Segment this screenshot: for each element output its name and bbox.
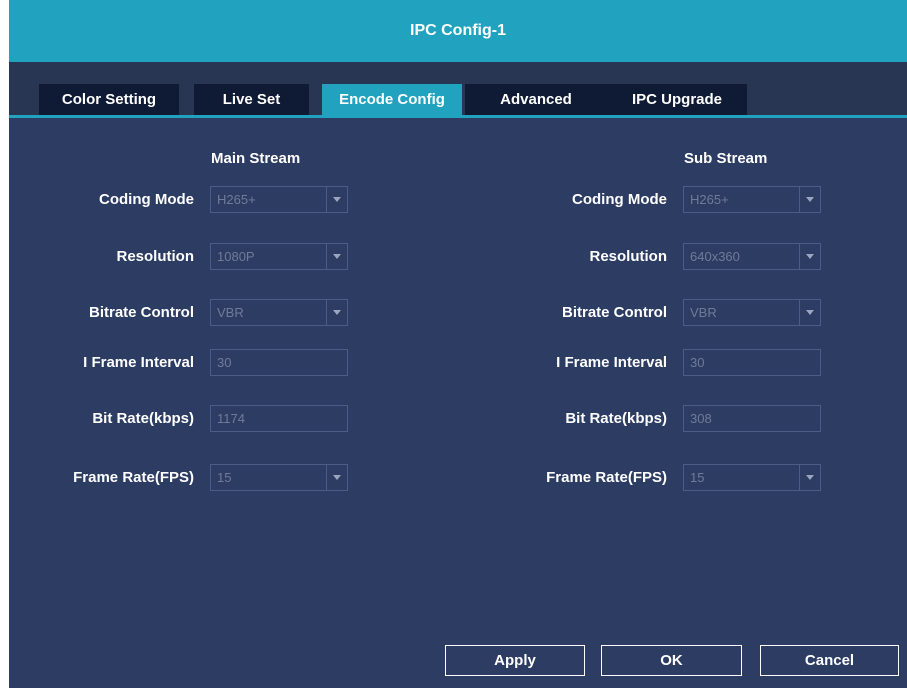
cancel-button[interactable]: Cancel bbox=[760, 645, 899, 676]
chevron-down-icon[interactable] bbox=[326, 244, 347, 269]
apply-button[interactable]: Apply bbox=[445, 645, 585, 676]
sub-i-frame-interval-input[interactable]: 30 bbox=[683, 349, 821, 376]
sub-frame-rate-value: 15 bbox=[690, 470, 705, 485]
main-i-frame-interval-value: 30 bbox=[217, 355, 232, 370]
sub-bitrate-control-value: VBR bbox=[690, 305, 717, 320]
sub-coding-mode-label: Coding Mode bbox=[572, 191, 667, 208]
chevron-down-icon[interactable] bbox=[799, 465, 820, 490]
main-resolution-label: Resolution bbox=[116, 248, 195, 265]
sub-stream-title: Sub Stream bbox=[684, 150, 768, 167]
main-coding-mode-select[interactable]: H265+ bbox=[210, 186, 348, 213]
main-coding-mode-label: Coding Mode bbox=[99, 191, 194, 208]
chevron-down-icon[interactable] bbox=[799, 244, 820, 269]
main-frame-rate-label: Frame Rate(FPS) bbox=[73, 469, 194, 486]
chevron-down-icon[interactable] bbox=[799, 187, 820, 212]
main-bit-rate-value: 1174 bbox=[217, 411, 245, 426]
ok-button[interactable]: OK bbox=[601, 645, 742, 676]
ipc-config-window: IPC Config-1 Color Setting Live Set Enco… bbox=[9, 0, 907, 688]
tab-encode-config[interactable]: Encode Config bbox=[322, 84, 462, 115]
sub-resolution-select[interactable]: 640x360 bbox=[683, 243, 821, 270]
main-resolution-value: 1080P bbox=[217, 249, 255, 264]
main-bit-rate-input[interactable]: 1174 bbox=[210, 405, 348, 432]
main-bitrate-control-label: Bitrate Control bbox=[89, 304, 194, 321]
main-frame-rate-value: 15 bbox=[217, 470, 232, 485]
main-frame-rate-select[interactable]: 15 bbox=[210, 464, 348, 491]
chevron-down-icon[interactable] bbox=[326, 187, 347, 212]
sub-bit-rate-input[interactable]: 308 bbox=[683, 405, 821, 432]
main-i-frame-interval-label: I Frame Interval bbox=[83, 354, 194, 371]
sub-resolution-value: 640x360 bbox=[690, 249, 740, 264]
sub-i-frame-interval-label: I Frame Interval bbox=[556, 354, 667, 371]
main-bitrate-control-value: VBR bbox=[217, 305, 244, 320]
chevron-down-icon[interactable] bbox=[799, 300, 820, 325]
sub-i-frame-interval-value: 30 bbox=[690, 355, 705, 370]
main-bit-rate-label: Bit Rate(kbps) bbox=[92, 410, 194, 427]
main-bitrate-control-select[interactable]: VBR bbox=[210, 299, 348, 326]
sub-coding-mode-value: H265+ bbox=[690, 192, 729, 207]
main-coding-mode-value: H265+ bbox=[217, 192, 256, 207]
tab-live-set[interactable]: Live Set bbox=[194, 84, 309, 115]
sub-bitrate-control-label: Bitrate Control bbox=[562, 304, 667, 321]
sub-bit-rate-label: Bit Rate(kbps) bbox=[565, 410, 667, 427]
sub-coding-mode-select[interactable]: H265+ bbox=[683, 186, 821, 213]
chevron-down-icon[interactable] bbox=[326, 465, 347, 490]
main-i-frame-interval-input[interactable]: 30 bbox=[210, 349, 348, 376]
tab-color-setting[interactable]: Color Setting bbox=[39, 84, 179, 115]
sub-frame-rate-select[interactable]: 15 bbox=[683, 464, 821, 491]
tab-bar: Color Setting Live Set Encode Config Adv… bbox=[9, 84, 907, 115]
sub-frame-rate-label: Frame Rate(FPS) bbox=[546, 469, 667, 486]
window-title: IPC Config-1 bbox=[9, 0, 907, 62]
sub-bit-rate-value: 308 bbox=[690, 411, 712, 426]
sub-bitrate-control-select[interactable]: VBR bbox=[683, 299, 821, 326]
main-stream-title: Main Stream bbox=[211, 150, 301, 167]
tab-advanced[interactable]: Advanced bbox=[465, 84, 607, 115]
main-resolution-select[interactable]: 1080P bbox=[210, 243, 348, 270]
sub-resolution-label: Resolution bbox=[589, 248, 668, 265]
tab-ipc-upgrade[interactable]: IPC Upgrade bbox=[607, 84, 747, 115]
chevron-down-icon[interactable] bbox=[326, 300, 347, 325]
